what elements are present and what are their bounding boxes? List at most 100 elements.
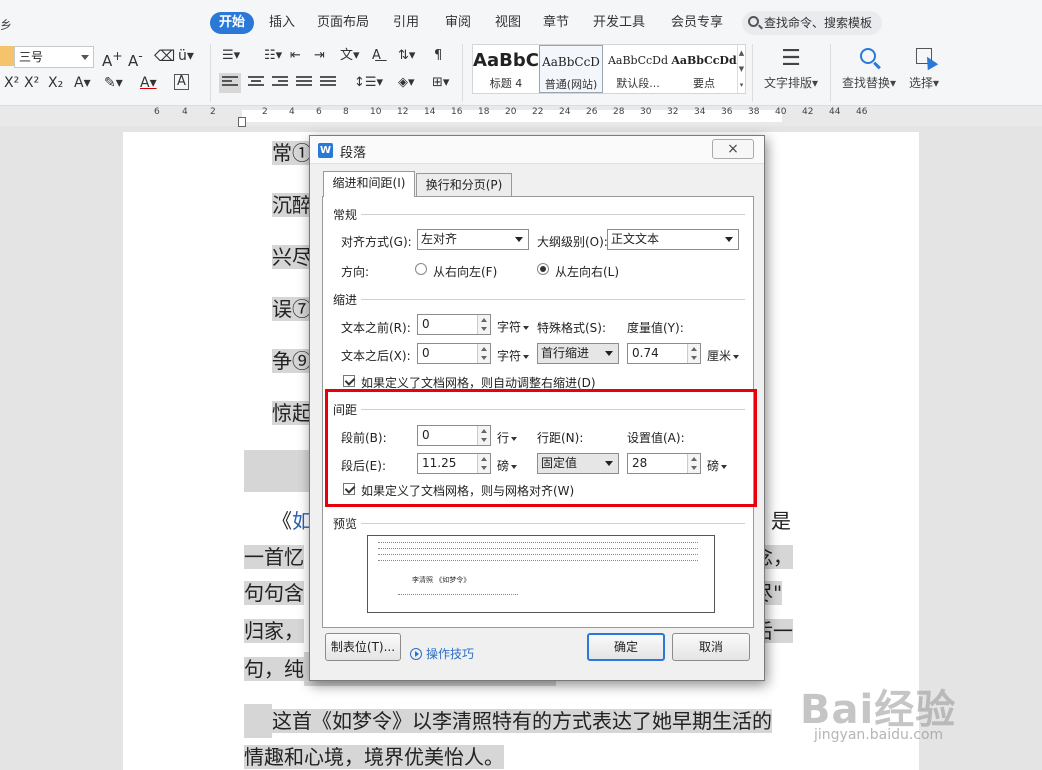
measure-input[interactable]: 0.74 — [627, 343, 701, 364]
special-format-value: 首行缩进 — [541, 346, 590, 360]
select-button[interactable]: 选择▾ — [904, 44, 944, 91]
ltr-radio[interactable] — [537, 263, 549, 275]
ruler-tick-label: 2 — [210, 107, 216, 117]
ok-button[interactable]: 确定 — [587, 633, 665, 661]
command-search-box[interactable]: 查找命令、搜索模板 — [742, 11, 882, 35]
spinner-icon[interactable] — [477, 315, 490, 334]
tab-home[interactable]: 开始 — [210, 12, 254, 34]
distributed-align-icon[interactable] — [320, 76, 336, 90]
spinner-icon[interactable] — [477, 344, 490, 363]
char-border-icon[interactable]: A — [174, 74, 189, 90]
cancel-button[interactable]: 取消 — [672, 633, 750, 661]
text-layout-button[interactable]: ☰ 文字排版▾ — [760, 44, 822, 91]
font-size-select[interactable]: 三号 — [14, 46, 94, 68]
shrink-font-icon[interactable]: A- — [128, 47, 143, 70]
number-list-icon[interactable]: ☷▾ — [264, 47, 282, 65]
spinner-icon[interactable] — [477, 426, 490, 445]
clear-format-icon[interactable]: ⌫ — [154, 47, 175, 65]
indent-before-unit[interactable]: 字符 — [497, 318, 530, 335]
superscript-icon-2[interactable]: X² — [24, 74, 39, 92]
indent-after-input[interactable]: 0 — [417, 343, 491, 364]
indent-marker[interactable] — [238, 117, 246, 127]
ruler-tick-label: 30 — [640, 107, 652, 117]
decrease-indent-icon[interactable]: ⇤ — [290, 47, 301, 65]
style-preview: AaBbCcDd — [671, 54, 737, 67]
ruler-tick-label: 28 — [613, 107, 625, 117]
measure-unit[interactable]: 厘米 — [707, 347, 740, 364]
spinner-icon[interactable] — [687, 344, 700, 363]
style-gallery-scroll[interactable]: ▲ ▼ ▾ — [737, 45, 745, 93]
ruler-tick-label: 20 — [505, 107, 517, 117]
dialog-title-bar[interactable]: W 段落 × — [310, 136, 764, 164]
style-default-paragraph[interactable]: AaBbCcDd 默认段... — [605, 45, 671, 93]
tab-insert[interactable]: 插入 — [262, 12, 302, 34]
ruler-tick-label: 26 — [586, 107, 598, 117]
tab-references[interactable]: 引用 — [386, 12, 426, 34]
font-name-select-edge[interactable] — [0, 46, 14, 66]
set-value-unit[interactable]: 磅 — [707, 457, 728, 474]
phonetic-guide-icon[interactable]: ü▾ — [178, 47, 194, 65]
spinner-icon[interactable] — [477, 454, 490, 473]
text-direction-icon[interactable]: A͟ — [372, 47, 381, 65]
style-name: 标题 4 — [489, 77, 523, 90]
font-color-icon[interactable]: A▾ — [140, 74, 157, 92]
align-center-icon[interactable] — [248, 76, 264, 90]
tab-developer[interactable]: 开发工具 — [590, 12, 648, 34]
line-spacing-select[interactable]: 固定值 — [537, 453, 619, 474]
chinese-layout-icon[interactable]: 文▾ — [340, 47, 360, 65]
special-format-select[interactable]: 首行缩进 — [537, 343, 619, 364]
alignment-value: 左对齐 — [421, 232, 458, 246]
rtl-radio[interactable] — [415, 263, 427, 275]
tab-chapter[interactable]: 章节 — [536, 12, 576, 34]
text-effect-icon[interactable]: A▾ — [74, 74, 91, 92]
line-spacing-icon[interactable]: ↕☰▾ — [354, 74, 383, 92]
close-button[interactable]: × — [712, 139, 754, 159]
style-normal-web[interactable]: AaBbCcD 普通(网站) — [539, 45, 603, 93]
style-key-point[interactable]: AaBbCcDd 要点 — [671, 45, 737, 93]
tab-review[interactable]: 审阅 — [438, 12, 478, 34]
spinner-icon[interactable] — [687, 454, 700, 473]
space-before-input[interactable]: 0 — [417, 425, 491, 446]
tab-view[interactable]: 视图 — [488, 12, 528, 34]
tab-line-page-breaks[interactable]: 换行和分页(P) — [416, 173, 512, 196]
subscript-icon[interactable]: X₂ — [48, 74, 63, 92]
outline-level-label: 大纲级别(O): — [537, 235, 608, 249]
outline-level-select[interactable]: 正文文本 — [607, 229, 739, 250]
tab-indent-spacing[interactable]: 缩进和间距(I) — [323, 171, 415, 197]
watermark-url: jingyan.baidu.com — [814, 727, 944, 743]
grid-align-checkbox[interactable] — [343, 483, 355, 495]
align-right-icon[interactable] — [272, 76, 288, 90]
space-before-unit[interactable]: 行 — [497, 429, 518, 446]
bullet-list-icon[interactable]: ☰▾ — [222, 47, 240, 65]
ruler-tick-label: 46 — [856, 107, 868, 117]
alignment-select[interactable]: 左对齐 — [417, 229, 529, 250]
increase-indent-icon[interactable]: ⇥ — [314, 47, 325, 65]
align-left-icon[interactable] — [219, 73, 241, 93]
doc-line: 这首《如梦令》以李清照特有的方式表达了她早期生活的 — [244, 704, 772, 738]
section-divider — [361, 409, 745, 410]
tab-member[interactable]: 会员专享 — [668, 12, 726, 34]
space-before-value: 0 — [422, 428, 430, 442]
space-after-input[interactable]: 11.25 — [417, 453, 491, 474]
set-value-input[interactable]: 28 — [627, 453, 701, 474]
style-heading4[interactable]: AaBbC 标题 4 — [473, 45, 539, 93]
justify-icon[interactable] — [296, 76, 312, 90]
ruler-tick-label: 24 — [559, 107, 571, 117]
ltr-label: 从左向右(L) — [555, 265, 620, 279]
space-after-unit[interactable]: 磅 — [497, 457, 518, 474]
grow-font-icon[interactable]: A+ — [102, 47, 123, 70]
superscript-icon[interactable]: X² — [4, 74, 19, 92]
tips-link[interactable]: 操作技巧 — [410, 645, 474, 662]
borders-icon[interactable]: ⊞▾ — [432, 74, 449, 92]
shading-icon[interactable]: ◈▾ — [398, 74, 415, 92]
indent-before-input[interactable]: 0 — [417, 314, 491, 335]
tab-page-layout[interactable]: 页面布局 — [314, 12, 372, 34]
show-marks-icon[interactable]: ¶ — [434, 47, 442, 65]
auto-adjust-checkbox[interactable] — [343, 375, 355, 387]
indent-after-unit[interactable]: 字符 — [497, 347, 530, 364]
tabs-button[interactable]: 制表位(T)... — [325, 633, 401, 661]
sort-icon[interactable]: ⇅▾ — [398, 47, 415, 65]
find-replace-button[interactable]: 查找替换▾ — [838, 44, 900, 91]
direction-label: 方向: — [341, 265, 370, 279]
highlight-icon[interactable]: ✎▾ — [104, 74, 123, 92]
